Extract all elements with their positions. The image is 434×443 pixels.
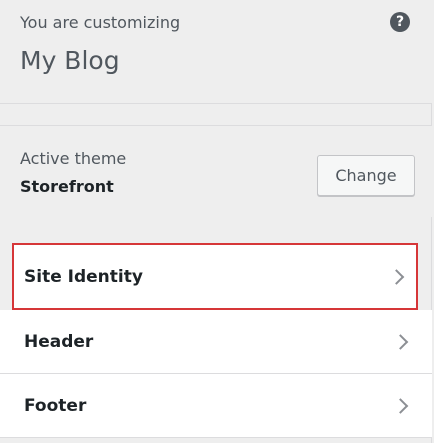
menu-item-footer[interactable]: Footer	[0, 374, 432, 438]
active-theme-label: Active theme	[20, 149, 127, 168]
menu-item-header[interactable]: Header	[0, 310, 432, 374]
customizer-panel: You are customizing My Blog ? Active the…	[0, 0, 432, 443]
customizer-menu: Site Identity Header Footer	[0, 243, 432, 438]
chevron-right-icon	[392, 333, 409, 350]
help-icon[interactable]: ?	[390, 12, 410, 32]
customize-info: You are customizing My Blog ?	[0, 0, 432, 104]
active-theme-name: Storefront	[20, 177, 114, 196]
chevron-right-icon	[388, 268, 405, 285]
menu-item-label: Header	[24, 331, 94, 352]
chevron-right-icon	[392, 397, 409, 414]
preview-notice: You are customizing	[20, 13, 181, 32]
menu-item-site-identity[interactable]: Site Identity	[12, 243, 418, 310]
menu-item-label: Site Identity	[24, 266, 143, 287]
change-theme-button[interactable]: Change	[317, 155, 415, 196]
site-title: My Blog	[20, 46, 120, 75]
active-theme-section: Active theme Storefront Change	[0, 125, 432, 217]
menu-item-label: Footer	[24, 395, 87, 416]
